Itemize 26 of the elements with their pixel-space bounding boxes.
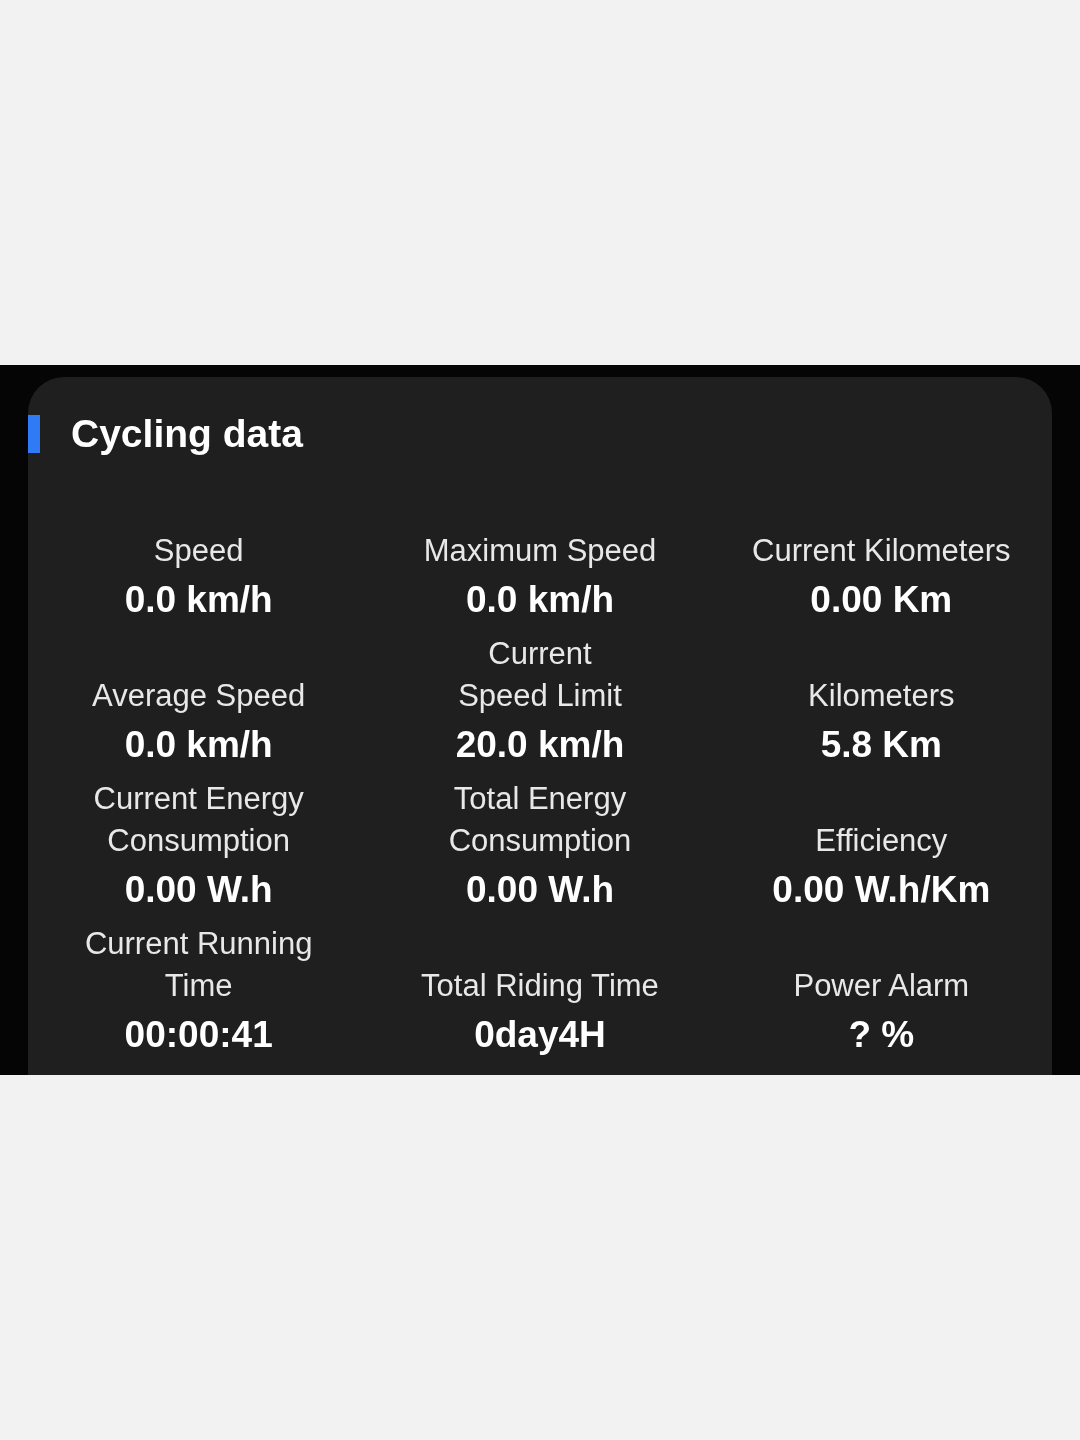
metric-label: Current Energy Consumption xyxy=(93,780,304,860)
metric-label: Efficiency xyxy=(815,822,948,860)
metric-value: 20.0 km/h xyxy=(455,725,625,765)
metric-value: 0.0 km/h xyxy=(124,580,273,620)
metric-label: Maximum Speed xyxy=(423,532,657,570)
metric-label: Total Riding Time xyxy=(421,967,659,1005)
metric-label: Power Alarm xyxy=(793,967,970,1005)
metric-value: ? % xyxy=(848,1015,915,1055)
metric-value: 0.00 Km xyxy=(810,580,953,620)
metric-value: 0.00 W.h xyxy=(124,870,273,910)
accent-bar xyxy=(28,415,40,453)
metric-label: Total Energy Consumption xyxy=(448,780,632,860)
metric-label: Speed xyxy=(153,532,244,570)
metric-label: Current Running Time xyxy=(84,925,313,1005)
card-title: Cycling data xyxy=(71,412,303,456)
metric-label: Current Kilometers xyxy=(752,532,1011,570)
metric-label: Average Speed xyxy=(92,677,306,715)
metric-value: 0day4H xyxy=(474,1015,606,1055)
metric-label: Current Speed Limit xyxy=(458,635,622,715)
metric-value: 0.00 W.h/Km xyxy=(772,870,991,910)
metric-label: Kilometers xyxy=(808,677,955,715)
metric-value: 0.00 W.h xyxy=(465,870,614,910)
metric-value: 0.0 km/h xyxy=(124,725,273,765)
metric-value: 5.8 Km xyxy=(820,725,942,765)
metric-value: 0.0 km/h xyxy=(465,580,615,620)
metric-value: 00:00:41 xyxy=(124,1015,273,1055)
